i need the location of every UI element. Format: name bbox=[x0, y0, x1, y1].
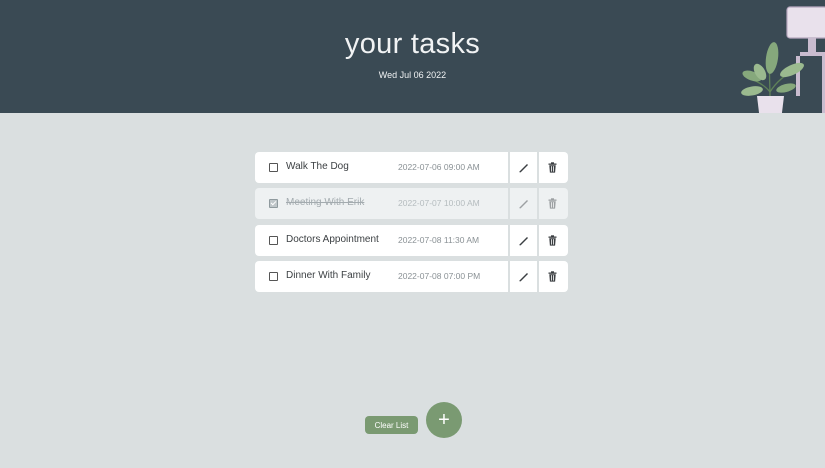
desk-plant-illustration bbox=[741, 6, 825, 113]
task-datetime: 2022-07-08 07:00 PM bbox=[398, 271, 481, 281]
task-name: Walk The Dog bbox=[286, 161, 349, 172]
task-checkbox[interactable] bbox=[269, 272, 278, 281]
clear-list-button[interactable]: Clear List bbox=[365, 416, 418, 434]
trash-icon bbox=[548, 162, 557, 173]
task-checkbox[interactable] bbox=[269, 199, 278, 208]
edit-task-button[interactable] bbox=[510, 261, 537, 292]
pencil-icon bbox=[518, 198, 529, 209]
task-item: Doctors Appointment 2022-07-08 11:30 AM bbox=[255, 225, 568, 256]
edit-task-button[interactable] bbox=[510, 188, 537, 219]
task-item: Dinner With Family 2022-07-08 07:00 PM bbox=[255, 261, 568, 292]
delete-task-button[interactable] bbox=[539, 225, 566, 256]
task-checkbox[interactable] bbox=[269, 163, 278, 172]
pencil-icon bbox=[518, 271, 529, 282]
task-datetime: 2022-07-08 11:30 AM bbox=[398, 235, 480, 245]
delete-task-button[interactable] bbox=[539, 188, 566, 219]
trash-icon bbox=[548, 271, 557, 282]
page-title: your tasks bbox=[344, 28, 481, 60]
trash-icon bbox=[548, 198, 557, 209]
pencil-icon bbox=[518, 162, 529, 173]
current-date: Wed Jul 06 2022 bbox=[378, 70, 447, 80]
task-datetime: 2022-07-06 09:00 AM bbox=[398, 162, 480, 172]
task-item: Meeting With Erik 2022-07-07 10:00 AM bbox=[255, 188, 568, 219]
task-checkbox[interactable] bbox=[269, 236, 278, 245]
add-task-button[interactable]: + bbox=[426, 402, 462, 438]
pencil-icon bbox=[518, 235, 529, 246]
delete-task-button[interactable] bbox=[539, 261, 566, 292]
trash-icon bbox=[548, 235, 557, 246]
task-datetime: 2022-07-07 10:00 AM bbox=[398, 198, 480, 208]
task-name: Doctors Appointment bbox=[286, 234, 379, 245]
edit-task-button[interactable] bbox=[510, 152, 537, 183]
edit-task-button[interactable] bbox=[510, 225, 537, 256]
task-item: Walk The Dog 2022-07-06 09:00 AM bbox=[255, 152, 568, 183]
delete-task-button[interactable] bbox=[539, 152, 566, 183]
header: your tasks Wed Jul 06 2022 bbox=[0, 0, 825, 113]
task-name: Meeting With Erik bbox=[286, 197, 365, 208]
task-name: Dinner With Family bbox=[286, 270, 371, 281]
